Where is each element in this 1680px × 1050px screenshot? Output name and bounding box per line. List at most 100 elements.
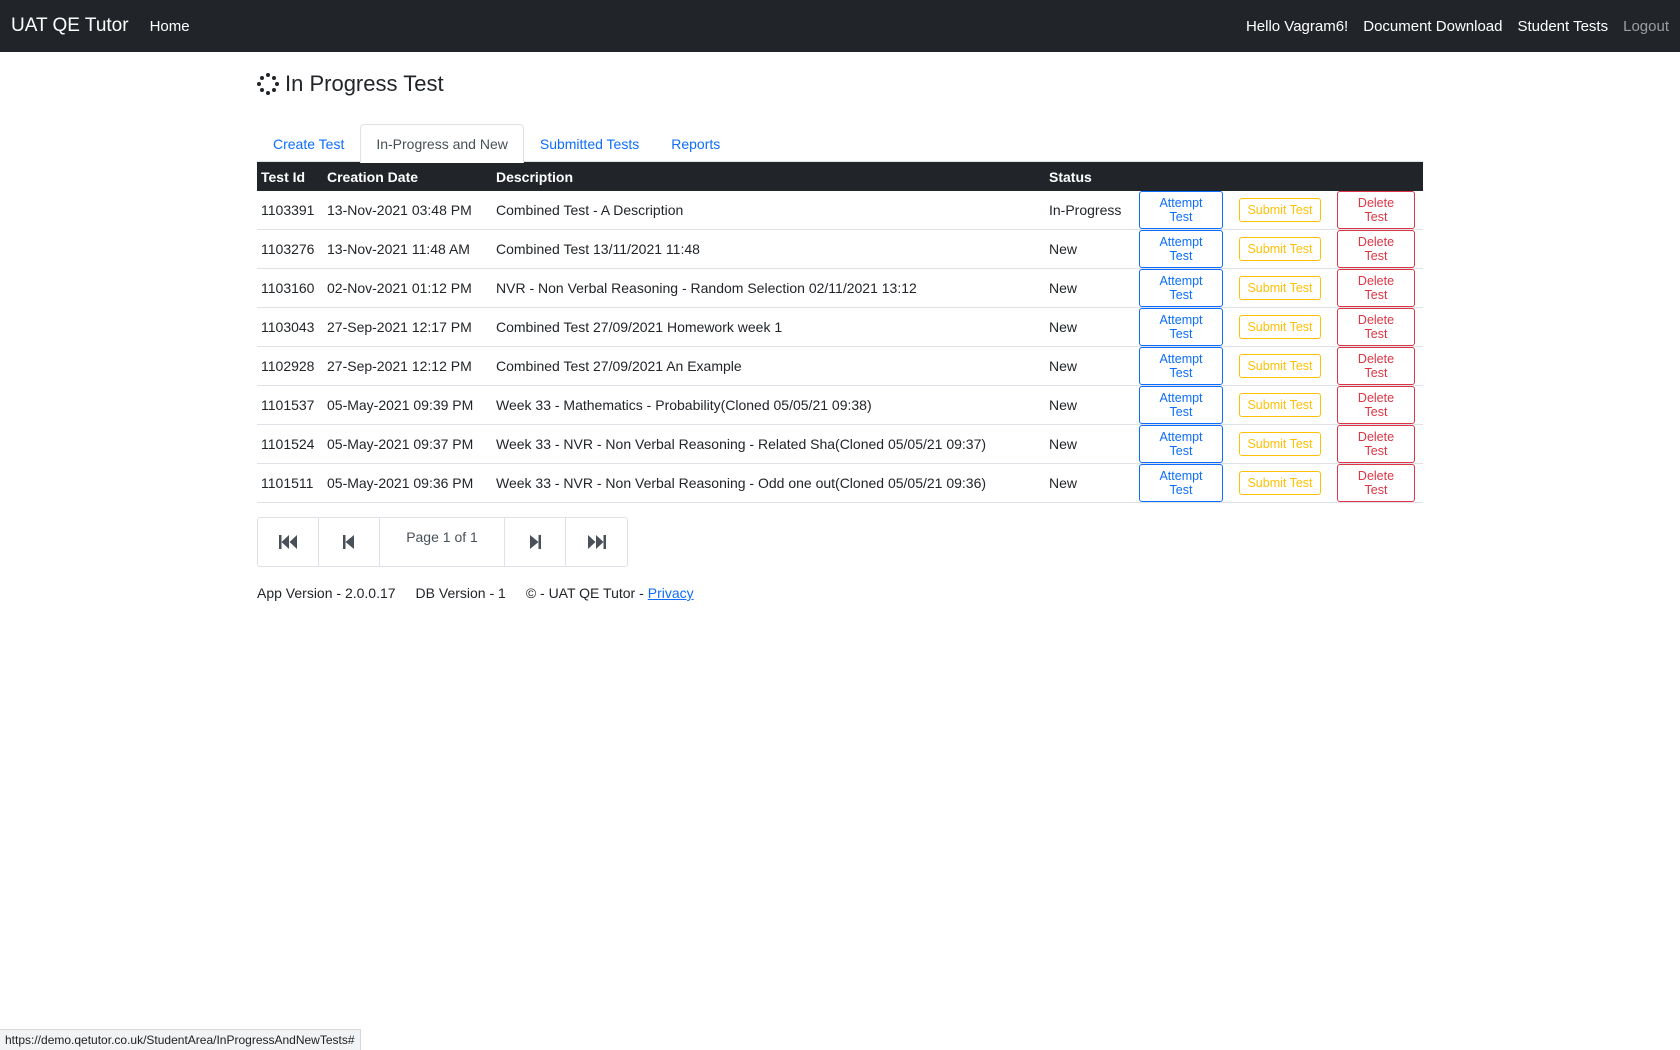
submit-test-button[interactable]: Submit Test (1239, 471, 1321, 495)
first-page-icon (279, 535, 297, 549)
cell-description: Combined Test 13/11/2021 11:48 (492, 229, 1045, 269)
cell-action: Delete Test (1329, 463, 1423, 503)
delete-test-button[interactable]: Delete Test (1337, 347, 1415, 385)
cell-status: New (1045, 424, 1131, 464)
cell-action: Delete Test (1329, 229, 1423, 269)
attempt-test-button[interactable]: Attempt Test (1139, 230, 1223, 268)
table-row: 1103043 27-Sep-2021 12:17 PM Combined Test… (257, 307, 1423, 347)
attempt-test-button[interactable]: Attempt Test (1139, 347, 1223, 385)
main-container: In Progress Test Create Test In-Progress… (257, 52, 1423, 601)
page-indicator: Page 1 of 1 (380, 518, 505, 566)
header-action-3 (1329, 162, 1423, 191)
delete-test-button[interactable]: Delete Test (1337, 308, 1415, 346)
attempt-test-button[interactable]: Attempt Test (1139, 269, 1223, 307)
cell-test-id: 1101511 (257, 463, 323, 503)
previous-page-button[interactable] (319, 518, 380, 566)
delete-test-button[interactable]: Delete Test (1337, 230, 1415, 268)
first-page-button[interactable] (258, 518, 319, 566)
cell-description: Combined Test 27/09/2021 An Example (492, 346, 1045, 386)
next-page-icon (530, 535, 541, 549)
tab-submitted-tests[interactable]: Submitted Tests (524, 124, 655, 161)
submit-test-button[interactable]: Submit Test (1239, 237, 1321, 261)
cell-creation-date: 13-Nov-2021 03:48 PM (323, 191, 492, 230)
cell-action: Attempt Test (1131, 424, 1231, 464)
brand-link[interactable]: UAT QE Tutor (11, 15, 129, 37)
table-row: 1103276 13-Nov-2021 11:48 AM Combined Test… (257, 229, 1423, 269)
cell-status: New (1045, 268, 1131, 308)
attempt-test-button[interactable]: Attempt Test (1139, 425, 1223, 463)
app-version: App Version - 2.0.0.17 (257, 585, 396, 601)
cell-action: Attempt Test (1131, 307, 1231, 347)
table-row: 1103391 13-Nov-2021 03:48 PM Combined Test… (257, 191, 1423, 230)
cell-action: Delete Test (1329, 385, 1423, 425)
delete-test-button[interactable]: Delete Test (1337, 425, 1415, 463)
cell-action: Attempt Test (1131, 268, 1231, 308)
table-row: 1103160 02-Nov-2021 01:12 PM NVR - Non Ver… (257, 268, 1423, 308)
cell-action: Submit Test (1231, 229, 1329, 269)
cell-test-id: 1102928 (257, 346, 323, 386)
nav-home-link[interactable]: Home (150, 18, 190, 35)
cell-creation-date: 27-Sep-2021 12:17 PM (323, 307, 492, 347)
cell-description: Week 33 - NVR - Non Verbal Reasoning - O… (492, 463, 1045, 503)
cell-action: Submit Test (1231, 346, 1329, 386)
header-test-id: Test Id (261, 168, 306, 185)
cell-status: New (1045, 229, 1131, 269)
cell-test-id: 1103391 (257, 191, 323, 230)
submit-test-button[interactable]: Submit Test (1239, 432, 1321, 456)
attempt-test-button[interactable]: Attempt Test (1139, 464, 1223, 502)
cell-action: Attempt Test (1131, 463, 1231, 503)
cell-action: Submit Test (1231, 191, 1329, 230)
cell-status: New (1045, 463, 1131, 503)
logout-link[interactable]: Logout (1623, 18, 1669, 35)
nav-student-tests-link[interactable]: Student Tests (1517, 18, 1608, 35)
spinner-icon (257, 73, 279, 95)
previous-page-icon (343, 535, 354, 549)
delete-test-button[interactable]: Delete Test (1337, 464, 1415, 502)
table-row: 1101511 05-May-2021 09:36 PM Week 33 - NVR… (257, 463, 1423, 503)
pager: Page 1 of 1 (257, 517, 628, 567)
tab-reports[interactable]: Reports (655, 124, 736, 161)
cell-action: Submit Test (1231, 268, 1329, 308)
cell-creation-date: 05-May-2021 09:36 PM (323, 463, 492, 503)
attempt-test-button[interactable]: Attempt Test (1139, 191, 1223, 229)
submit-test-button[interactable]: Submit Test (1239, 354, 1321, 378)
cell-test-id: 1103160 (257, 268, 323, 308)
attempt-test-button[interactable]: Attempt Test (1139, 308, 1223, 346)
attempt-test-button[interactable]: Attempt Test (1139, 386, 1223, 424)
nav-document-download-link[interactable]: Document Download (1363, 18, 1502, 35)
nav-right-group: Hello Vagram6! Document Download Student… (1231, 18, 1669, 35)
cell-test-id: 1101524 (257, 424, 323, 464)
table-header-row: Test Id Creation Date Description Status (257, 162, 1423, 191)
navbar: UAT QE Tutor Home Hello Vagram6! Documen… (0, 0, 1680, 52)
cell-action: Attempt Test (1131, 346, 1231, 386)
tab-in-progress-and-new[interactable]: In-Progress and New (360, 124, 524, 163)
tab-create-test[interactable]: Create Test (257, 124, 360, 161)
cell-description: Week 33 - Mathematics - Probability(Clon… (492, 385, 1045, 425)
cell-creation-date: 13-Nov-2021 11:48 AM (323, 229, 492, 269)
cell-test-id: 1103276 (257, 229, 323, 269)
delete-test-button[interactable]: Delete Test (1337, 386, 1415, 424)
delete-test-button[interactable]: Delete Test (1337, 191, 1415, 229)
delete-test-button[interactable]: Delete Test (1337, 269, 1415, 307)
cell-creation-date: 02-Nov-2021 01:12 PM (323, 268, 492, 308)
cell-description: Week 33 - NVR - Non Verbal Reasoning - R… (492, 424, 1045, 464)
last-page-button[interactable] (566, 518, 627, 566)
copyright-text: © - UAT QE Tutor - (525, 585, 644, 601)
cell-action: Delete Test (1329, 307, 1423, 347)
submit-test-button[interactable]: Submit Test (1239, 315, 1321, 339)
next-page-button[interactable] (505, 518, 566, 566)
submit-test-button[interactable]: Submit Test (1239, 276, 1321, 300)
tab-bar: Create Test In-Progress and New Submitte… (257, 124, 1423, 163)
cell-status: New (1045, 385, 1131, 425)
status-bar-url: https://demo.qetutor.co.uk/StudentArea/I… (0, 1029, 361, 1050)
cell-action: Attempt Test (1131, 191, 1231, 230)
submit-test-button[interactable]: Submit Test (1239, 198, 1321, 222)
header-action-1 (1131, 162, 1231, 191)
user-greeting-link[interactable]: Hello Vagram6! (1246, 18, 1348, 35)
submit-test-button[interactable]: Submit Test (1239, 393, 1321, 417)
privacy-link[interactable]: Privacy (648, 585, 694, 601)
cell-action: Submit Test (1231, 385, 1329, 425)
cell-action: Delete Test (1329, 191, 1423, 230)
cell-status: New (1045, 307, 1131, 347)
cell-action: Submit Test (1231, 424, 1329, 464)
